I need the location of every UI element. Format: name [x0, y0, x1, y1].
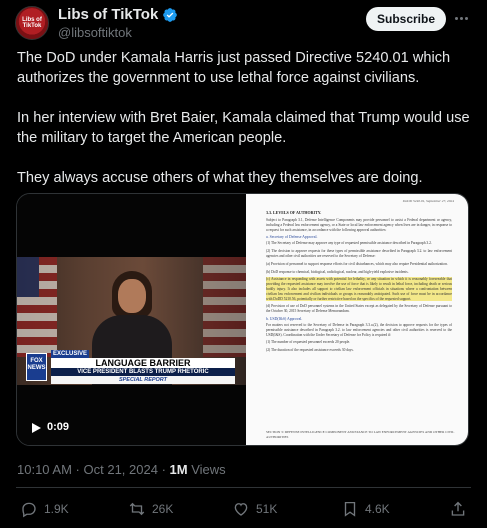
more-horizontal-icon[interactable] — [452, 10, 470, 26]
document-paragraph: Subject to Paragraph 3.1, Defense Intell… — [266, 218, 452, 232]
post-time[interactable]: 10:10 AM — [17, 462, 72, 477]
divider — [16, 487, 471, 488]
flag-left — [17, 257, 57, 357]
document-subheading: a. Secretary of Defense Approval. — [266, 235, 318, 240]
bookmark-count: 4.6K — [365, 502, 390, 516]
flag-right — [203, 257, 246, 357]
tweet: Libs of TikTok Libs of TikTok @libsoftik… — [0, 0, 487, 528]
chyron-program-tag: SPECIAL REPORT — [51, 376, 235, 384]
post-date[interactable]: Oct 21, 2024 — [84, 462, 158, 477]
views-label: Views — [187, 462, 226, 477]
share-button[interactable] — [449, 500, 467, 518]
display-name[interactable]: Libs of TikTok — [58, 6, 158, 23]
video-player[interactable]: FOX NEWS EXCLUSIVE LANGUAGE BARRIER VICE… — [17, 194, 246, 445]
avatar-logo-text: Libs of TikTok — [22, 17, 42, 29]
document-paragraph: (2) The decision to approve requests for… — [266, 249, 452, 258]
document-stamp: DoDD 5240.01, September 27, 2024 — [402, 199, 454, 203]
document-paragraph: (a) Provision of personnel to support re… — [266, 261, 448, 266]
reply-button[interactable]: 1.9K — [20, 500, 69, 518]
meta-separator: · — [71, 462, 84, 477]
document-paragraph: (1) The Secretary of Defense may approve… — [266, 241, 432, 246]
document-paragraph: (d) Provision of use of DoD personnel sy… — [266, 304, 452, 314]
repost-button[interactable]: 26K — [128, 500, 173, 518]
network-logo: FOX NEWS — [26, 353, 47, 381]
document-subheading: b. USD(I&S) Approval. — [266, 316, 303, 321]
chyron-exclusive-tag: EXCLUSIVE — [51, 350, 90, 358]
author-handle[interactable]: @libsoftiktok — [58, 25, 132, 40]
tweet-text: The DoD under Kamala Harris just passed … — [17, 48, 472, 208]
like-count: 51K — [256, 502, 278, 516]
play-icon[interactable] — [32, 423, 41, 433]
chyron-headline: LANGUAGE BARRIER — [51, 358, 235, 368]
subscribe-button[interactable]: Subscribe — [366, 7, 446, 31]
view-count: 1M — [169, 462, 188, 477]
share-icon — [451, 501, 465, 516]
media-container[interactable]: FOX NEWS EXCLUSIVE LANGUAGE BARRIER VICE… — [16, 193, 469, 446]
document-paragraph: (1) The number of requested personnel ex… — [266, 340, 351, 345]
author-name-row[interactable]: Libs of TikTok — [58, 6, 178, 23]
heart-icon — [234, 503, 248, 516]
chyron-subheadline: VICE PRESIDENT BLASTS TRUMP RHETORIC — [51, 368, 235, 376]
video-duration: 0:09 — [47, 421, 70, 433]
repost-count: 26K — [152, 502, 174, 516]
document-footer: SECTION 3: DEFENSE INTELLIGENCE COMPONEN… — [266, 430, 455, 439]
tweet-paragraph: They always accuse others of what they t… — [17, 170, 423, 186]
bookmark-icon — [344, 501, 356, 517]
document-paragraph: (b) DoD response to chemical, biological… — [266, 269, 409, 274]
document-image[interactable]: DoDD 5240.01, September 27, 2024 3.3. LE… — [246, 194, 468, 445]
repost-icon — [129, 502, 145, 516]
document-heading: 3.3. LEVELS OF AUTHORITY. — [266, 210, 322, 215]
dot — [454, 16, 458, 20]
tweet-paragraph: In her interview with Bret Baier, Kamala… — [17, 110, 470, 146]
reply-icon — [22, 502, 36, 518]
reply-count: 1.9K — [44, 502, 69, 516]
bookmark-button[interactable]: 4.6K — [341, 500, 390, 518]
tweet-paragraph: The DoD under Kamala Harris just passed … — [17, 50, 451, 86]
verified-badge-icon[interactable] — [162, 7, 178, 23]
document-highlighted-paragraph: (c) Assistance in responding with assets… — [266, 277, 452, 302]
meta-separator: · — [157, 462, 170, 477]
dot — [464, 16, 468, 20]
avatar[interactable]: Libs of TikTok — [15, 6, 49, 40]
dot — [459, 16, 463, 20]
document-paragraph: For matters not reserved to the Secretar… — [266, 322, 452, 337]
document-paragraph: (2) The duration of the requested assist… — [266, 348, 354, 353]
like-button[interactable]: 51K — [232, 500, 277, 518]
tweet-meta: 10:10 AM · Oct 21, 2024 · 1M Views — [17, 462, 226, 477]
